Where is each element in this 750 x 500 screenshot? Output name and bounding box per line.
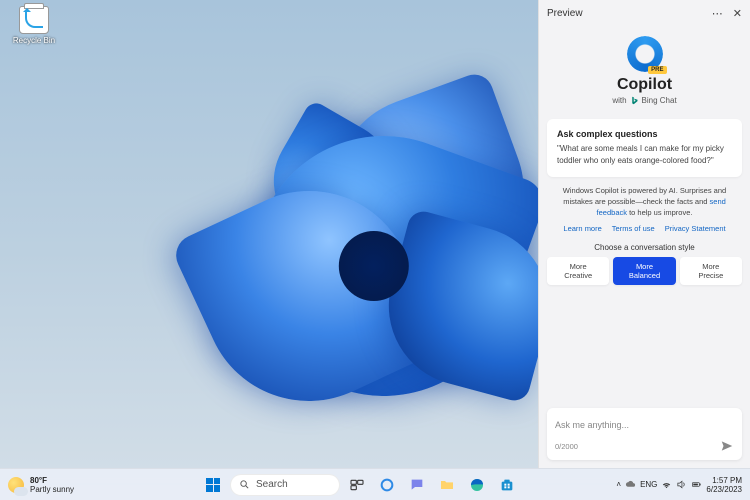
copilot-panel: Preview ⋯ ✕ PRE Copilot with Bing Chat A… — [538, 0, 750, 468]
recycle-bin-icon — [19, 6, 49, 34]
clock-date: 6/23/2023 — [706, 485, 742, 494]
onedrive-icon[interactable] — [625, 479, 636, 490]
tray-chevron[interactable]: ˄ — [616, 480, 621, 489]
taskbar-search[interactable]: Search — [230, 474, 340, 496]
copilot-logo-badge: PRE — [648, 66, 666, 74]
search-placeholder: Search — [256, 479, 288, 490]
send-icon — [720, 439, 734, 453]
copilot-header: Preview ⋯ ✕ — [539, 0, 750, 26]
weather-icon — [8, 477, 24, 493]
copilot-links: Learn more Terms of use Privacy Statemen… — [539, 224, 750, 233]
task-view-button[interactable] — [344, 472, 370, 498]
more-options-icon[interactable]: ⋯ — [712, 7, 723, 20]
copilot-subtitle: with Bing Chat — [539, 96, 750, 105]
file-explorer-button[interactable] — [434, 472, 460, 498]
send-button[interactable] — [720, 439, 734, 453]
bing-icon — [630, 96, 639, 105]
style-balanced[interactable]: MoreBalanced — [613, 257, 675, 285]
weather-condition: Partly sunny — [30, 485, 74, 494]
battery-icon[interactable] — [691, 479, 702, 490]
copilot-icon — [379, 477, 395, 493]
wifi-icon[interactable] — [661, 479, 672, 490]
taskbar-systray: ˄ ENG 1:57 PM 6/23/2023 — [580, 476, 750, 494]
example-card[interactable]: Ask complex questions "What are some mea… — [547, 119, 742, 177]
chat-button[interactable] — [404, 472, 430, 498]
edge-button[interactable] — [464, 472, 490, 498]
example-card-header: Ask complex questions — [557, 129, 732, 139]
language-indicator[interactable]: ENG — [640, 480, 657, 489]
learn-more-link[interactable]: Learn more — [563, 224, 601, 233]
taskbar: 80°F Partly sunny Search ˄ ENG 1:57 PM 6… — [0, 468, 750, 500]
edge-icon — [469, 477, 485, 493]
taskbar-center: Search — [140, 472, 580, 498]
copilot-header-label: Preview — [547, 8, 583, 19]
close-icon[interactable]: ✕ — [733, 7, 742, 20]
clock-time: 1:57 PM — [706, 476, 742, 485]
copilot-title: Copilot — [539, 76, 750, 94]
recycle-bin-label: Recycle Bin — [10, 36, 58, 45]
store-button[interactable] — [494, 472, 520, 498]
search-icon — [239, 479, 250, 490]
chat-icon — [409, 477, 425, 493]
style-selector: MoreCreative MoreBalanced MorePrecise — [539, 257, 750, 295]
privacy-link[interactable]: Privacy Statement — [665, 224, 726, 233]
taskbar-weather[interactable]: 80°F Partly sunny — [0, 476, 140, 494]
chat-input[interactable] — [555, 420, 734, 430]
copilot-hero: PRE Copilot with Bing Chat — [539, 26, 750, 119]
windows-logo-icon — [206, 478, 220, 492]
style-label: Choose a conversation style — [539, 243, 750, 252]
folder-icon — [439, 477, 455, 493]
chat-input-box[interactable]: 0/2000 — [547, 408, 742, 460]
copilot-taskbar-button[interactable] — [374, 472, 400, 498]
task-view-icon — [349, 477, 365, 493]
style-creative[interactable]: MoreCreative — [547, 257, 609, 285]
recycle-bin[interactable]: Recycle Bin — [10, 6, 58, 45]
taskbar-clock[interactable]: 1:57 PM 6/23/2023 — [706, 476, 742, 494]
terms-link[interactable]: Terms of use — [612, 224, 655, 233]
start-button[interactable] — [200, 472, 226, 498]
copilot-info: Windows Copilot is powered by AI. Surpri… — [539, 185, 750, 218]
store-icon — [499, 477, 515, 493]
weather-temp: 80°F — [30, 476, 74, 485]
style-precise[interactable]: MorePrecise — [680, 257, 742, 285]
copilot-logo: PRE — [627, 36, 663, 72]
char-counter: 0/2000 — [555, 442, 578, 451]
example-card-text: "What are some meals I can make for my p… — [557, 143, 732, 167]
volume-icon[interactable] — [676, 479, 687, 490]
